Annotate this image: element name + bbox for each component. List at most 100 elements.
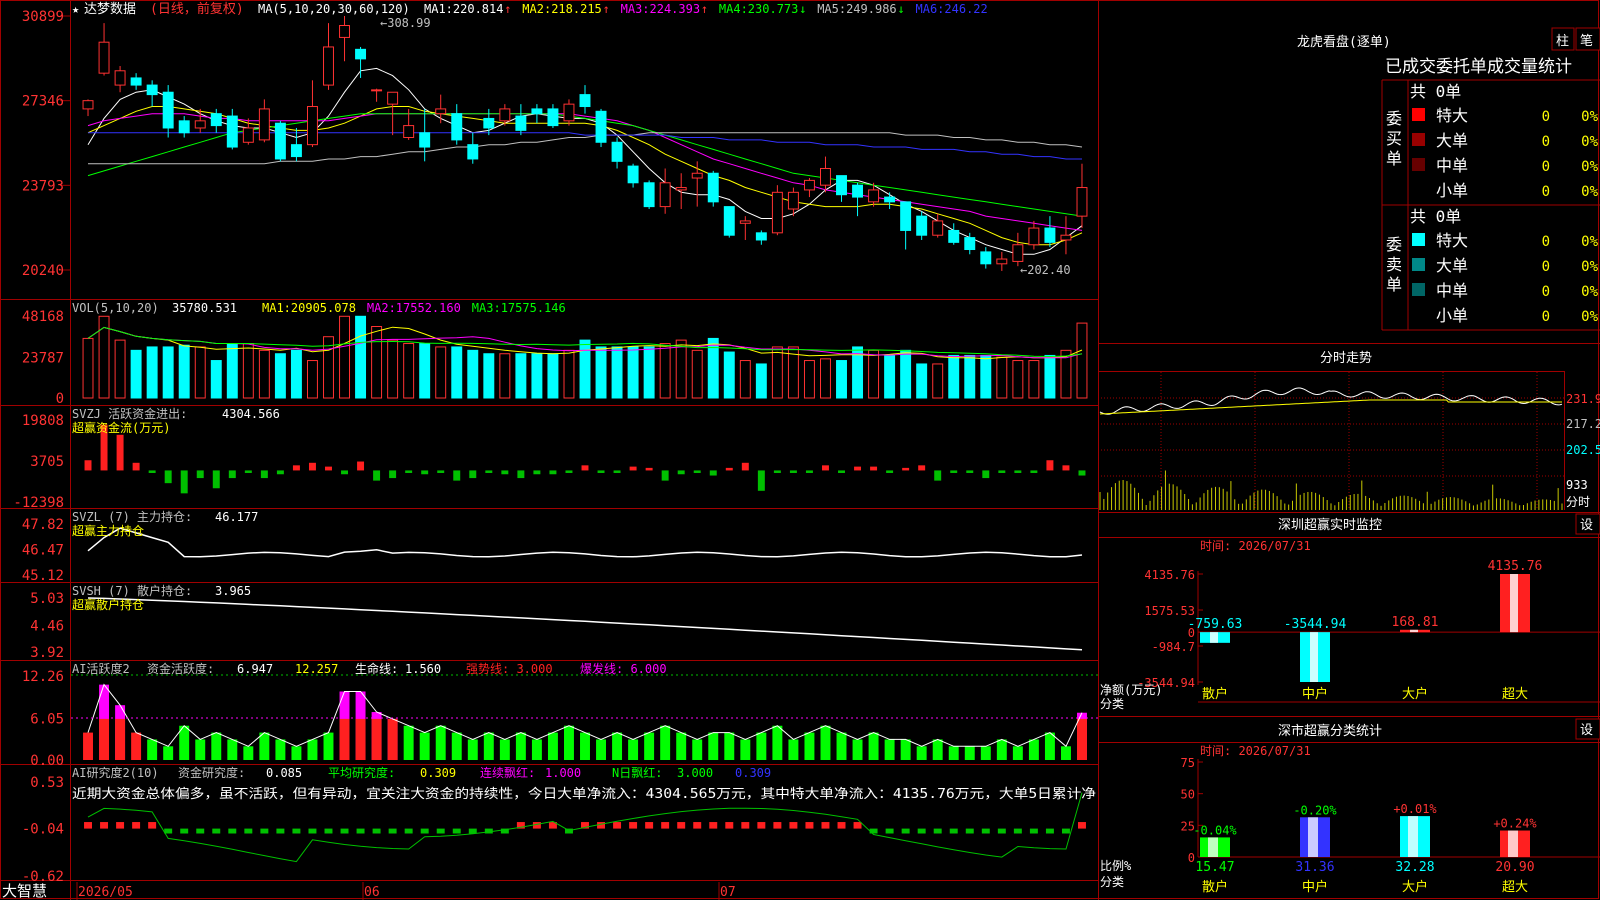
- candle-body: [771, 191, 783, 234]
- price-tick-label: 30899: [22, 9, 64, 25]
- ai-research-bar: [773, 822, 782, 829]
- order-percent: 0%: [1581, 184, 1598, 200]
- ai-research-bar: [132, 822, 141, 829]
- svzj-bar: [1062, 465, 1070, 471]
- intraday-panel[interactable]: 分时走势 231.9 217.2 202.5 933 分时: [1098, 350, 1600, 510]
- ai-research-bar: [180, 828, 189, 834]
- ai-research-bar: [388, 828, 397, 834]
- ai-research-bar: [420, 828, 429, 834]
- volume-bar: [226, 343, 238, 399]
- candlestick-panel[interactable]: 30899 27346 23793 20240 ★ 达梦数据 (日线，前复权) MA(…: [22, 1, 1088, 279]
- classify-category-label: 超大: [1502, 880, 1528, 895]
- classify-panel[interactable]: 深市超赢分类统计 设 时间: 2026/07/31 7550250-0.04%1…: [1098, 718, 1600, 895]
- monitor-category-label: 中户: [1302, 686, 1328, 702]
- volume-bar: [114, 339, 126, 399]
- ai-research-bar: [645, 822, 654, 829]
- candle-body: [162, 91, 174, 129]
- longhu-panel: 龙虎看盘(逐单) 柱 笔 已成交委托单成交量统计 委买单 委卖单 共 0单 共 …: [1297, 27, 1600, 331]
- svzj-tick-label: 19808: [22, 413, 64, 429]
- ai-research-bar: [196, 828, 205, 834]
- svzj-sub: 超赢资金流(万元): [72, 420, 170, 435]
- order-type-label: 小单: [1436, 306, 1468, 325]
- volume-bar: [451, 346, 463, 399]
- ai-active-bar: [259, 732, 270, 760]
- volume-panel[interactable]: 48168 23787 0 VOL(5,10,20) 35780.531 MA1:2…: [22, 301, 1088, 407]
- ai-active-bar: [868, 732, 879, 760]
- ai-active-f3: 1.560: [405, 662, 441, 676]
- vol-ma-legend: MA1:20905.078 MA2:17552.160 MA3:17575.146: [262, 301, 566, 315]
- order-color-swatch: [1412, 108, 1425, 121]
- candle-body: [210, 113, 222, 127]
- svzj-bar: [549, 470, 557, 475]
- svzj-bar: [405, 470, 413, 473]
- volume-bar: [1044, 354, 1056, 399]
- sell-rows: 特大 0 0% 大单 0 0% 中单 0 0% 小单 0 0%: [1412, 231, 1599, 325]
- ai-active-panel[interactable]: 12.26 6.05 0.00 AI活跃度2 资金活跃度: 6.947 12.257…: [22, 661, 1098, 769]
- low-price-label: ←202.40: [1020, 263, 1071, 277]
- volume-bar: [82, 337, 94, 399]
- candle-body: [948, 229, 960, 243]
- candle-body: [595, 110, 607, 143]
- svzj-bar: [966, 470, 974, 473]
- classify-value-label: 15.47: [1195, 860, 1234, 875]
- candle-body: [900, 201, 912, 231]
- svzj-bar: [453, 470, 461, 481]
- monitor-category-label: 大户: [1402, 686, 1428, 702]
- svzj-bar: [597, 470, 605, 473]
- volume-bar: [242, 343, 254, 399]
- longhu-title: 龙虎看盘(逐单): [1297, 34, 1391, 50]
- svzj-bar: [870, 466, 878, 471]
- ai-research-bar: [1045, 828, 1054, 834]
- svzl-panel[interactable]: 47.82 46.47 45.12 SVZL (7) 主力持仓: 46.177 超赢…: [22, 509, 1083, 584]
- svzj-bar: [629, 466, 637, 471]
- volume-tick-label: 0: [56, 391, 64, 407]
- svzj-bar: [789, 470, 797, 473]
- svzj-panel[interactable]: 19808 3705 -12398 SVZJ 活跃资金进出: 4304.566 超赢…: [13, 406, 1086, 511]
- buy-total: 共 0单: [1410, 82, 1461, 101]
- svzj-bar: [645, 467, 653, 471]
- volume-bar: [339, 315, 350, 399]
- volume-bar: [579, 339, 591, 399]
- longhu-header: 已成交委托单成交量统计: [1385, 57, 1572, 77]
- svzj-bar: [565, 470, 573, 473]
- volume-bar: [1012, 360, 1024, 399]
- vol-value: 35780.531: [172, 301, 237, 315]
- stock-name[interactable]: 达梦数据: [84, 2, 136, 17]
- ai-active-bar: [291, 746, 302, 760]
- svsh-line: [87, 597, 1083, 651]
- volume-bar: [1076, 322, 1088, 399]
- ai-research-bar: [821, 822, 830, 829]
- ai-active-bar: [531, 739, 542, 760]
- volume-bar: [178, 344, 190, 399]
- ai-research-bar: [100, 822, 109, 829]
- ai-research-bar: [308, 828, 317, 834]
- monitor-bar-highlight: [1210, 632, 1218, 643]
- ai-active-bar-base: [115, 718, 126, 760]
- ai-active-bar: [996, 739, 1007, 760]
- volume-bar: [483, 353, 495, 399]
- volume-bar: [371, 326, 383, 399]
- monitor-panel[interactable]: 深圳超赢实时监控 设 时间: 2026/07/31 4135.76 1575.53…: [1098, 513, 1600, 711]
- volume-bar: [146, 346, 158, 399]
- candle-body: [563, 103, 575, 122]
- svzj-bar: [613, 470, 621, 473]
- volume-bar: [274, 353, 286, 399]
- svsh-label: SVSH (7) 散户持仓:: [72, 583, 192, 598]
- svzj-bar: [325, 466, 332, 471]
- volume-bar: [258, 349, 270, 399]
- ai-research-bar: [212, 828, 221, 834]
- candle-body: [884, 196, 896, 203]
- ai-active-bar: [836, 732, 847, 760]
- ma-legend-item-ma6: MA6:246.22: [916, 2, 988, 16]
- monitor-value-label: 4135.76: [1488, 559, 1543, 574]
- ai-active-bar: [612, 732, 623, 760]
- svsh-panel[interactable]: 5.03 4.46 3.92 SVSH (7) 散户持仓: 3.965 超赢散户持仓: [30, 583, 1083, 661]
- volume-bar: [290, 349, 302, 399]
- ai-research-panel[interactable]: 0.53-0.04-0.62 AI研究度2(10) 资金研究度: 0.085 平…: [22, 765, 1096, 885]
- volume-bar: [435, 346, 447, 399]
- ai-active-bar: [1012, 746, 1023, 760]
- volume-bar: [803, 360, 815, 399]
- price-tick-label: 23793: [22, 178, 64, 194]
- monitor-tick-label: 1575.53: [1144, 604, 1195, 618]
- svzj-bar: [693, 470, 701, 473]
